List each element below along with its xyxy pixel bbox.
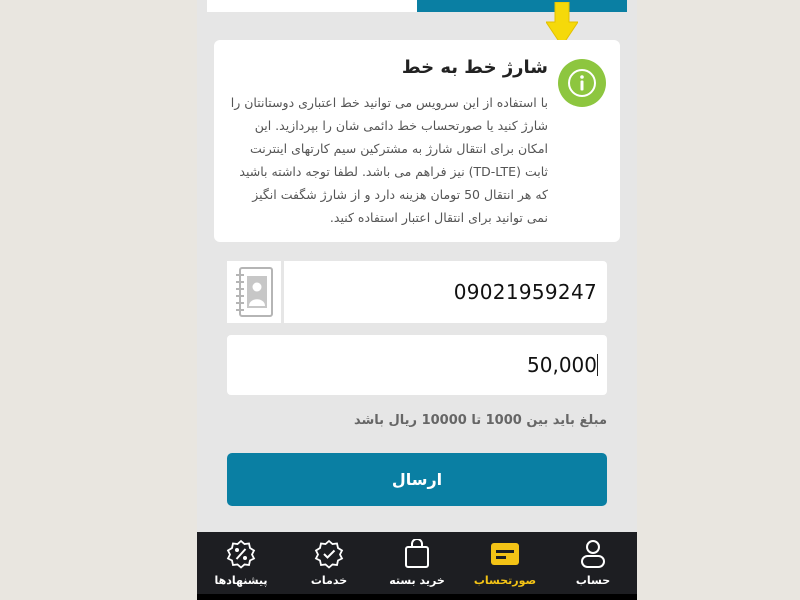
system-bar bbox=[197, 594, 637, 600]
nav-label: پیشنهادها bbox=[214, 574, 268, 587]
tab-active[interactable] bbox=[417, 0, 627, 12]
phone-screen: شارژ خط به خط با استفاده از این سرویس می… bbox=[197, 0, 637, 600]
nav-label: صورتحساب bbox=[473, 574, 537, 587]
nav-item-buy-package[interactable]: خرید بسته bbox=[373, 532, 461, 594]
amount-hint: مبلغ باید بین 1000 تا 10000 ریال باشد bbox=[353, 413, 607, 428]
nav-item-services[interactable]: خدمات bbox=[285, 532, 373, 594]
nav-item-bills[interactable]: صورتحساب bbox=[461, 532, 549, 594]
bottom-navigation: حساب صورتحساب خرید بسته خدمات پیشنهادها bbox=[197, 532, 637, 594]
info-icon bbox=[558, 59, 606, 107]
info-title: شارژ خط به خط bbox=[401, 57, 548, 78]
contacts-button[interactable] bbox=[227, 261, 284, 323]
text-caret bbox=[597, 354, 598, 376]
person-icon bbox=[577, 538, 609, 570]
phone-number-input[interactable]: 09021959247 bbox=[227, 261, 607, 323]
info-description: با استفاده از این سرویس می توانید خط اعت… bbox=[230, 95, 548, 225]
nav-item-offers[interactable]: پیشنهادها bbox=[197, 532, 285, 594]
nav-label: خرید بسته bbox=[389, 574, 445, 587]
nav-label: حساب bbox=[575, 574, 611, 587]
tab-inactive[interactable] bbox=[207, 0, 417, 12]
nav-item-account[interactable]: حساب bbox=[549, 532, 637, 594]
card-icon bbox=[489, 538, 521, 570]
phone-number-value: 09021959247 bbox=[453, 280, 597, 304]
check-badge-icon bbox=[313, 538, 345, 570]
bag-icon bbox=[401, 538, 433, 570]
percent-badge-icon bbox=[225, 538, 257, 570]
amount-input[interactable]: 50,000 bbox=[227, 335, 607, 395]
nav-label: خدمات bbox=[310, 574, 348, 587]
contact-book-icon bbox=[236, 267, 273, 317]
info-card: شارژ خط به خط با استفاده از این سرویس می… bbox=[214, 40, 620, 242]
amount-value: 50,000 bbox=[527, 353, 597, 377]
submit-button[interactable]: ارسال bbox=[227, 453, 607, 506]
